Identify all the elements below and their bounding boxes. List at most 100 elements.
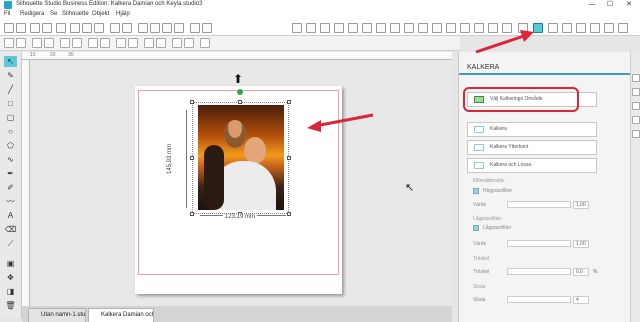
menu-object[interactable]: Objekt — [92, 11, 109, 17]
line-style-icon[interactable] — [418, 23, 428, 33]
trash-icon[interactable]: 🗑 — [4, 300, 17, 311]
send-icon[interactable] — [56, 23, 66, 33]
make-compound-icon[interactable] — [60, 38, 70, 48]
zoom-out-icon[interactable] — [150, 23, 160, 33]
minimize-button[interactable]: — — [583, 0, 601, 10]
rotate-handle[interactable] — [237, 89, 243, 95]
draw-icon[interactable] — [190, 23, 200, 33]
settings-icon[interactable] — [604, 23, 614, 33]
strip-icon[interactable] — [632, 88, 640, 96]
paste-icon[interactable] — [94, 23, 104, 33]
scale-input[interactable]: 4 — [573, 296, 589, 304]
send-to-icon[interactable] — [548, 23, 558, 33]
new-icon[interactable] — [4, 23, 14, 33]
strip-icon[interactable] — [632, 130, 640, 138]
high-pass-slider[interactable] — [507, 201, 571, 208]
polygon-tool-icon[interactable]: ⬠ — [4, 140, 17, 151]
trace-outer-button[interactable]: Kalkera Ytterkant — [467, 140, 597, 155]
trace-button[interactable]: Kalkera — [467, 122, 597, 137]
distribute-icon[interactable] — [128, 38, 138, 48]
strip-icon[interactable] — [632, 116, 640, 124]
knife-tool-icon[interactable]: ⟋ — [4, 238, 17, 249]
menu-help[interactable]: Hjälp — [116, 11, 130, 17]
align-icon[interactable] — [116, 38, 126, 48]
bring-front-icon[interactable] — [88, 38, 98, 48]
line-tool-icon[interactable]: ╱ — [4, 84, 17, 95]
high-pass-checkbox[interactable] — [473, 188, 479, 194]
fill-color-icon[interactable] — [376, 23, 386, 33]
pattern-icon[interactable] — [404, 23, 414, 33]
text-tool-icon[interactable]: A — [4, 210, 17, 221]
menu-file[interactable]: Fil — [4, 11, 10, 17]
gradient-icon[interactable] — [390, 23, 400, 33]
scale-slider[interactable] — [507, 296, 571, 303]
select-all-icon[interactable] — [4, 38, 14, 48]
eraser-tool-icon[interactable]: ⌫ — [4, 224, 17, 235]
sketch-icon[interactable] — [320, 23, 330, 33]
replicate-icon[interactable] — [460, 23, 470, 33]
measure-tool-icon[interactable]: ◨ — [4, 286, 17, 297]
library-icon[interactable] — [292, 23, 302, 33]
help-icon[interactable] — [618, 23, 628, 33]
menu-silhouette[interactable]: Silhouette — [62, 11, 89, 17]
low-pass-checkbox[interactable] — [473, 225, 479, 231]
store-icon[interactable] — [306, 23, 316, 33]
zoom-tool-icon[interactable]: ▣ — [4, 258, 17, 269]
low-pass-input[interactable]: 1,00 — [573, 240, 589, 248]
resize-handle[interactable] — [287, 100, 291, 104]
resize-handle[interactable] — [190, 100, 194, 104]
tab-kalkera-damian[interactable]: Kalkera Damian och ... — [88, 308, 154, 322]
undo-icon[interactable] — [110, 23, 120, 33]
selection-box[interactable] — [192, 102, 289, 214]
line-color-icon[interactable] — [362, 23, 372, 33]
menu-edit[interactable]: Redigera — [20, 11, 44, 17]
print-icon[interactable] — [42, 23, 52, 33]
layers-icon[interactable] — [576, 23, 586, 33]
deselect-icon[interactable] — [16, 38, 26, 48]
tab-untitled[interactable]: Utan namn-1.studio3 — [28, 308, 86, 322]
fit-icon[interactable] — [162, 23, 172, 33]
close-button[interactable]: ✕ — [620, 0, 638, 10]
freehand-tool-icon[interactable]: ✐ — [4, 182, 17, 193]
resize-handle[interactable] — [287, 212, 291, 216]
pan-tool-icon[interactable]: ✥ — [4, 272, 17, 283]
threshold-input[interactable]: 0,0 — [573, 268, 589, 276]
maximize-button[interactable]: ☐ — [601, 0, 619, 10]
menu-view[interactable]: Se — [50, 11, 57, 17]
duplicate-icon[interactable] — [172, 38, 182, 48]
ellipse-tool-icon[interactable]: ○ — [4, 126, 17, 137]
strip-icon[interactable] — [632, 102, 640, 110]
zoom-in-icon[interactable] — [138, 23, 148, 33]
edit-points-icon[interactable]: ✎ — [4, 70, 17, 81]
smooth-freehand-icon[interactable]: 〰 — [4, 196, 17, 207]
trace-detach-button[interactable]: Kalkera och Lossa — [467, 158, 597, 173]
rectangle-tool-icon[interactable]: □ — [4, 98, 17, 109]
threshold-slider[interactable] — [507, 268, 571, 275]
high-pass-input[interactable]: 1,00 — [573, 201, 589, 209]
cut-settings-icon[interactable] — [348, 23, 358, 33]
grid-icon[interactable] — [202, 23, 212, 33]
text-style-icon[interactable] — [446, 23, 456, 33]
resize-handle[interactable] — [238, 100, 242, 104]
save-icon[interactable] — [30, 23, 40, 33]
send-back-icon[interactable] — [100, 38, 110, 48]
group-icon[interactable] — [32, 38, 42, 48]
pen-tool-icon[interactable]: ✒ — [4, 168, 17, 179]
print-cut-icon[interactable] — [562, 23, 572, 33]
shadow-icon[interactable] — [432, 23, 442, 33]
move-icon[interactable] — [174, 23, 184, 33]
release-compound-icon[interactable] — [72, 38, 82, 48]
strip-icon[interactable] — [632, 74, 640, 82]
select-tool-icon[interactable]: ↖ — [4, 56, 17, 67]
resize-handle[interactable] — [190, 212, 194, 216]
page-settings-icon[interactable] — [334, 23, 344, 33]
redo-icon[interactable] — [122, 23, 132, 33]
low-pass-slider[interactable] — [507, 240, 571, 247]
open-icon[interactable] — [16, 23, 26, 33]
rotate-icon[interactable] — [144, 38, 154, 48]
mirror-icon[interactable] — [156, 38, 166, 48]
curve-tool-icon[interactable]: ∿ — [4, 154, 17, 165]
ungroup-icon[interactable] — [44, 38, 54, 48]
design-store-icon[interactable] — [590, 23, 600, 33]
resize-handle[interactable] — [287, 156, 291, 160]
